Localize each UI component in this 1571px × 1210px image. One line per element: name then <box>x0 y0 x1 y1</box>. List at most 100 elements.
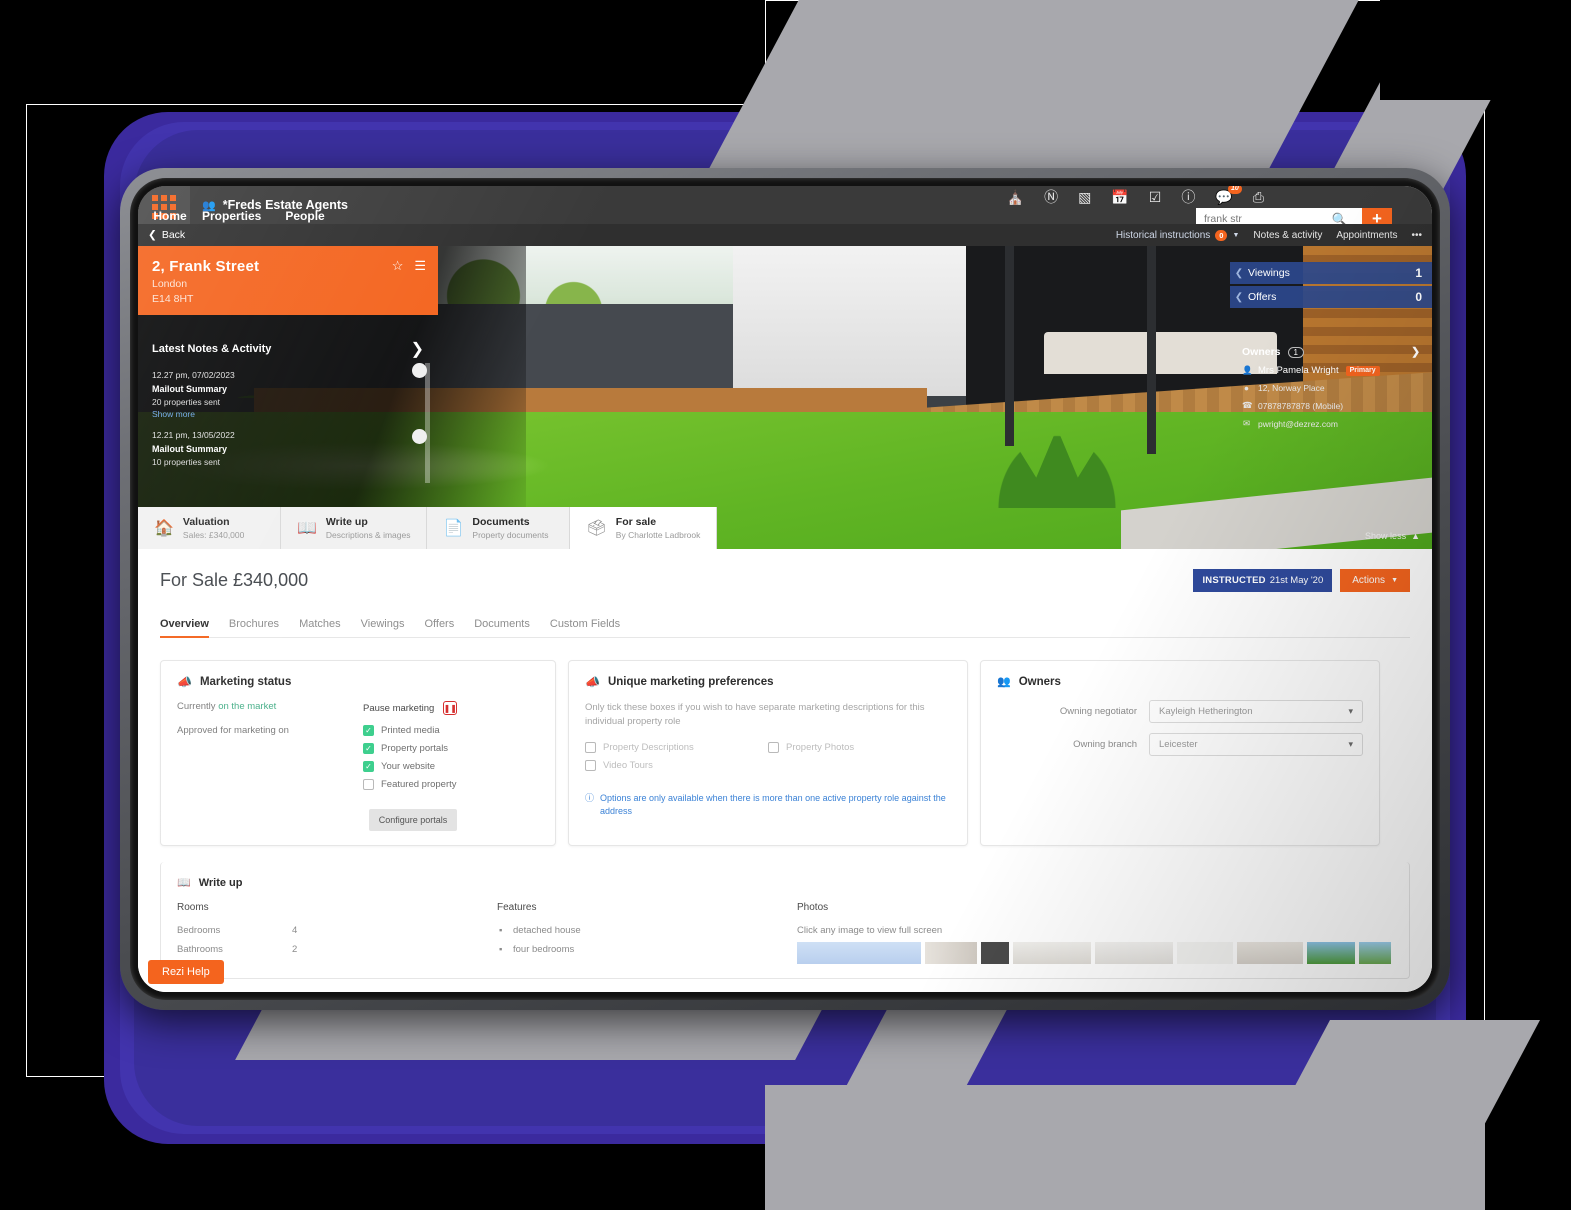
configure-portals-button[interactable]: Configure portals <box>368 809 458 831</box>
checkbox-printed-media[interactable]: ✓ Printed media <box>363 725 457 736</box>
checkbox-icon: ✓ <box>363 761 374 772</box>
content-title: For Sale £340,000 <box>160 570 309 590</box>
app-header-bar: 👥 *Freds Estate Agents Home Properties P… <box>138 186 1432 230</box>
checkbox-icon <box>768 741 779 753</box>
photos-column: Photos Click any image to view full scre… <box>797 902 1393 964</box>
historical-instructions-button[interactable]: Historical instructions 0 ▼ <box>1116 229 1240 241</box>
back-button[interactable]: ❮ Back <box>138 229 185 241</box>
more-options-icon[interactable]: ••• <box>1411 230 1422 241</box>
tab-brochures[interactable]: Brochures <box>229 618 279 637</box>
show-less-toggle[interactable]: Show less ▲ <box>1365 531 1420 541</box>
photo-thumbnail[interactable] <box>1095 942 1173 964</box>
tab-documents[interactable]: Documents <box>474 618 530 637</box>
alerts-icon[interactable]: ⓘ <box>1181 190 1195 204</box>
note-item[interactable]: 12.27 pm, 07/02/2023 Mailout Summary 20 … <box>152 370 424 419</box>
timeline-dot <box>412 363 427 378</box>
nav-item-properties[interactable]: Properties <box>202 209 261 223</box>
caret-down-icon: ▼ <box>1232 231 1240 239</box>
owning-branch-label: Owning branch <box>1073 739 1137 750</box>
sub-header-bar: ❮ Back Historical instructions 0 ▼ Notes… <box>138 224 1432 246</box>
photo-thumbnail[interactable] <box>1177 942 1233 964</box>
owner-email-row: ✉ pwright@dezrez.com <box>1242 418 1420 429</box>
timeline-dot <box>412 429 427 444</box>
actions-button[interactable]: Actions ▼ <box>1340 569 1410 592</box>
chevron-right-icon[interactable]: ❯ <box>1411 346 1420 358</box>
owner-phone: 07878787878 (Mobile) <box>1258 400 1344 411</box>
info-icon: ⓘ <box>585 792 595 803</box>
person-icon: 👤 <box>1242 365 1253 375</box>
owner-name-row[interactable]: 👤 Mrs Pamela Wright Primary <box>1242 365 1420 376</box>
star-icon[interactable]: ☆ <box>392 258 404 274</box>
photo-thumbnail[interactable] <box>925 942 977 964</box>
hero-owners-header: Owners 1 ❯ <box>1242 346 1420 358</box>
property-address-card: 2, Frank Street London E14 8HT ☆ ☰ <box>138 246 438 315</box>
unique-prefs-description: Only tick these boxes if you wish to hav… <box>585 702 925 728</box>
tab-matches[interactable]: Matches <box>299 618 341 637</box>
role-tab-sub: Sales: £340,000 <box>182 530 245 540</box>
nav-item-people[interactable]: People <box>285 209 324 223</box>
owning-branch-select[interactable]: Leicester ▾ <box>1149 733 1363 756</box>
checkbox-property-portals[interactable]: ✓ Property portals <box>363 743 457 754</box>
features-column: Features detached house four bedrooms <box>497 902 797 964</box>
checkbox-featured-property[interactable]: Featured property <box>363 779 457 790</box>
tablet-device: 👥 *Freds Estate Agents Home Properties P… <box>120 168 1450 1010</box>
reports-chart-icon[interactable]: ▧ <box>1078 190 1091 204</box>
notes-activity-link[interactable]: Notes & activity <box>1253 230 1322 241</box>
tab-custom-fields[interactable]: Custom Fields <box>550 618 620 637</box>
print-icon[interactable]: ⎙ <box>1253 190 1264 204</box>
checkbox-icon <box>585 759 596 771</box>
role-tab-documents[interactable]: 📄 Documents Property documents <box>427 507 571 549</box>
calendar-icon[interactable]: 📅 <box>1111 190 1128 204</box>
chevron-right-icon[interactable]: ❯ <box>411 339 424 359</box>
note-item[interactable]: 12.21 pm, 13/05/2022 Mailout Summary 10 … <box>152 430 424 467</box>
photo-thumbnail[interactable] <box>797 942 921 964</box>
checkbox-video-tours[interactable]: Video Tours <box>585 759 768 771</box>
room-row: Bedrooms 4 <box>177 925 497 936</box>
note-show-more-link[interactable]: Show more <box>152 409 424 419</box>
historical-instructions-count: 0 <box>1215 229 1228 241</box>
pause-icon[interactable]: ❚❚ <box>443 701 458 715</box>
register-icon[interactable]: Ⓝ <box>1044 190 1058 204</box>
checkbox-property-photos[interactable]: Property Photos <box>768 741 951 753</box>
photos-header: Photos <box>797 902 829 913</box>
notes-timeline-track <box>412 363 430 483</box>
owner-phone-row: ☎ 07878787878 (Mobile) <box>1242 400 1420 411</box>
rezi-help-button[interactable]: Rezi Help <box>148 960 224 984</box>
tab-viewings[interactable]: Viewings <box>361 618 405 637</box>
unique-marketing-preferences-card: 📣 Unique marketing preferences Only tick… <box>568 660 968 846</box>
feature-item: detached house <box>497 925 797 936</box>
photo-thumbnail[interactable] <box>1359 942 1391 964</box>
role-tab-title: Valuation <box>182 516 230 528</box>
owning-negotiator-select[interactable]: Kayleigh Hetherington ▾ <box>1149 700 1363 723</box>
owner-email: pwright@dezrez.com <box>1258 418 1338 429</box>
role-tab-for-sale[interactable]: 🗳 For sale By Charlotte Ladbrook <box>570 507 718 549</box>
messages-icon[interactable]: 💬 10 <box>1215 186 1242 204</box>
address-postcode: E14 8HT <box>152 293 194 305</box>
stat-offers[interactable]: ❮ Offers 0 <box>1230 286 1432 308</box>
checkbox-icon <box>363 779 374 790</box>
hero-owners-title: Owners <box>1242 346 1281 358</box>
photo-thumbnail[interactable] <box>981 942 1009 964</box>
role-tab-valuation[interactable]: 🏠 Valuation Sales: £340,000 <box>138 507 281 549</box>
stat-viewings[interactable]: ❮ Viewings 1 <box>1230 262 1432 284</box>
role-tab-write-up[interactable]: 📖 Write up Descriptions & images <box>281 507 428 549</box>
checkbox-label: Property Descriptions <box>603 741 694 753</box>
photo-thumbnail[interactable] <box>1307 942 1355 964</box>
checkbox-your-website[interactable]: ✓ Your website <box>363 761 457 772</box>
marketing-status-card: 📣 Marketing status Currently on the mark… <box>160 660 556 846</box>
photo-thumbnail[interactable] <box>1013 942 1091 964</box>
chevron-down-icon: ▾ <box>1348 706 1353 716</box>
unique-prefs-header: 📣 Unique marketing preferences <box>585 675 951 689</box>
tab-offers[interactable]: Offers <box>424 618 454 637</box>
checkbox-property-descriptions[interactable]: Property Descriptions <box>585 741 768 753</box>
hamburger-icon[interactable]: ☰ <box>414 258 426 274</box>
photo-thumbnail[interactable] <box>1237 942 1303 964</box>
note-timestamp: 12.27 pm, 07/02/2023 <box>152 370 235 380</box>
appointments-link[interactable]: Appointments <box>1336 230 1397 241</box>
property-icon[interactable]: ⛪ <box>1007 190 1024 204</box>
tab-overview[interactable]: Overview <box>160 618 209 638</box>
latest-notes-panel: Latest Notes & Activity ❯ 12.27 pm, 07/0… <box>138 329 438 483</box>
tasks-check-icon[interactable]: ☑ <box>1149 190 1162 204</box>
nav-item-home[interactable]: Home <box>144 209 196 223</box>
chevron-left-icon: ❮ <box>1234 291 1244 303</box>
